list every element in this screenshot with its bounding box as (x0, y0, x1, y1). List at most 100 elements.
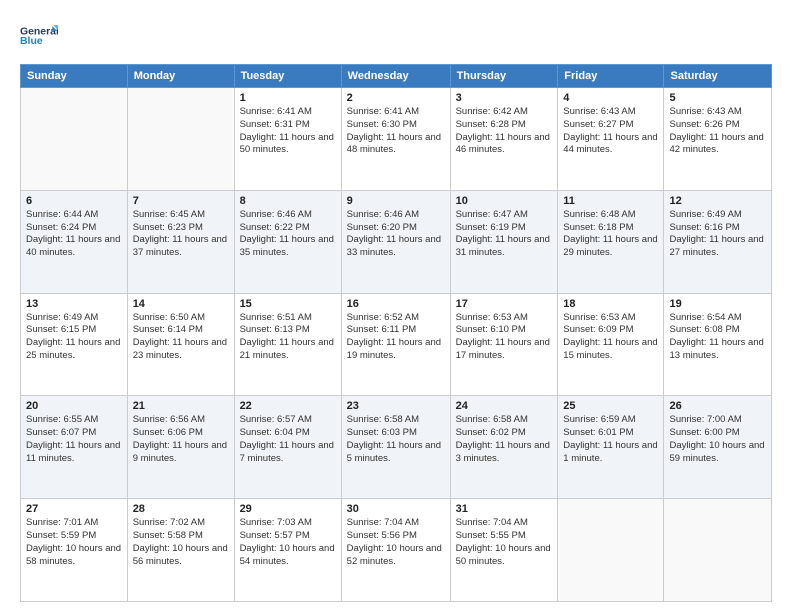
calendar-cell: 28 Sunrise: 7:02 AMSunset: 5:58 PMDayligh… (127, 499, 234, 602)
day-number: 2 (347, 92, 445, 104)
day-number: 17 (456, 298, 553, 310)
day-number: 7 (133, 195, 229, 207)
day-number: 9 (347, 195, 445, 207)
calendar-cell: 7 Sunrise: 6:45 AMSunset: 6:23 PMDaylight… (127, 190, 234, 293)
day-info: Sunrise: 6:48 AMSunset: 6:18 PMDaylight:… (563, 209, 658, 260)
day-info: Sunrise: 6:42 AMSunset: 6:28 PMDaylight:… (456, 106, 553, 157)
weekday-header: Saturday (664, 65, 772, 88)
day-info: Sunrise: 6:56 AMSunset: 6:06 PMDaylight:… (133, 414, 229, 465)
day-number: 30 (347, 503, 445, 515)
day-number: 4 (563, 92, 658, 104)
calendar-cell: 6 Sunrise: 6:44 AMSunset: 6:24 PMDaylight… (21, 190, 128, 293)
day-info: Sunrise: 6:49 AMSunset: 6:16 PMDaylight:… (669, 209, 766, 260)
calendar-cell: 31 Sunrise: 7:04 AMSunset: 5:55 PMDayligh… (450, 499, 558, 602)
day-info: Sunrise: 6:46 AMSunset: 6:22 PMDaylight:… (240, 209, 336, 260)
day-info: Sunrise: 6:41 AMSunset: 6:31 PMDaylight:… (240, 106, 336, 157)
day-number: 19 (669, 298, 766, 310)
day-info: Sunrise: 6:52 AMSunset: 6:11 PMDaylight:… (347, 312, 445, 363)
day-info: Sunrise: 6:44 AMSunset: 6:24 PMDaylight:… (26, 209, 122, 260)
calendar-cell: 18Sunrise: 6:53 AMSunset: 6:09 PMDayligh… (558, 293, 664, 396)
day-number: 12 (669, 195, 766, 207)
calendar-cell: 23 Sunrise: 6:58 AMSunset: 6:03 PMDayligh… (341, 396, 450, 499)
calendar-cell: 5 Sunrise: 6:43 AMSunset: 6:26 PMDaylight… (664, 88, 772, 191)
day-info: Sunrise: 6:54 AMSunset: 6:08 PMDaylight:… (669, 312, 766, 363)
day-info: Sunrise: 7:04 AMSunset: 5:55 PMDaylight:… (456, 517, 553, 568)
day-info: Sunrise: 7:03 AMSunset: 5:57 PMDaylight:… (240, 517, 336, 568)
day-info: Sunrise: 7:01 AMSunset: 5:59 PMDaylight:… (26, 517, 122, 568)
day-number: 23 (347, 400, 445, 412)
day-number: 20 (26, 400, 122, 412)
day-info: Sunrise: 6:55 AMSunset: 6:07 PMDaylight:… (26, 414, 122, 465)
day-number: 13 (26, 298, 122, 310)
calendar-cell: 21 Sunrise: 6:56 AMSunset: 6:06 PMDayligh… (127, 396, 234, 499)
day-info: Sunrise: 6:46 AMSunset: 6:20 PMDaylight:… (347, 209, 445, 260)
day-number: 1 (240, 92, 336, 104)
day-info: Sunrise: 6:59 AMSunset: 6:01 PMDaylight:… (563, 414, 658, 465)
calendar-cell: 17 Sunrise: 6:53 AMSunset: 6:10 PMDayligh… (450, 293, 558, 396)
day-info: Sunrise: 6:41 AMSunset: 6:30 PMDaylight:… (347, 106, 445, 157)
calendar-cell: 9 Sunrise: 6:46 AMSunset: 6:20 PMDaylight… (341, 190, 450, 293)
day-number: 8 (240, 195, 336, 207)
calendar-cell: 4 Sunrise: 6:43 AMSunset: 6:27 PMDaylight… (558, 88, 664, 191)
day-info: Sunrise: 7:00 AMSunset: 6:00 PMDaylight:… (669, 414, 766, 465)
calendar-table: SundayMondayTuesdayWednesdayThursdayFrid… (20, 64, 772, 602)
calendar-cell: 1 Sunrise: 6:41 AMSunset: 6:31 PMDaylight… (234, 88, 341, 191)
day-number: 26 (669, 400, 766, 412)
day-info: Sunrise: 6:47 AMSunset: 6:19 PMDaylight:… (456, 209, 553, 260)
day-number: 28 (133, 503, 229, 515)
day-info: Sunrise: 6:58 AMSunset: 6:03 PMDaylight:… (347, 414, 445, 465)
day-info: Sunrise: 6:53 AMSunset: 6:10 PMDaylight:… (456, 312, 553, 363)
day-number: 18 (563, 298, 658, 310)
calendar-cell: 29 Sunrise: 7:03 AMSunset: 5:57 PMDayligh… (234, 499, 341, 602)
weekday-header: Tuesday (234, 65, 341, 88)
weekday-header: Friday (558, 65, 664, 88)
day-info: Sunrise: 7:04 AMSunset: 5:56 PMDaylight:… (347, 517, 445, 568)
day-number: 25 (563, 400, 658, 412)
day-info: Sunrise: 6:45 AMSunset: 6:23 PMDaylight:… (133, 209, 229, 260)
calendar-cell: 11 Sunrise: 6:48 AMSunset: 6:18 PMDayligh… (558, 190, 664, 293)
calendar-cell (21, 88, 128, 191)
day-number: 5 (669, 92, 766, 104)
calendar-cell: 16 Sunrise: 6:52 AMSunset: 6:11 PMDayligh… (341, 293, 450, 396)
logo-svg: General Blue (20, 18, 58, 56)
calendar-cell (558, 499, 664, 602)
calendar-page: General Blue SundayMondayTuesdayWednesda… (0, 0, 792, 612)
day-number: 29 (240, 503, 336, 515)
calendar-cell (127, 88, 234, 191)
day-number: 21 (133, 400, 229, 412)
day-info: Sunrise: 6:43 AMSunset: 6:26 PMDaylight:… (669, 106, 766, 157)
day-info: Sunrise: 7:02 AMSunset: 5:58 PMDaylight:… (133, 517, 229, 568)
weekday-header: Wednesday (341, 65, 450, 88)
calendar-cell: 8 Sunrise: 6:46 AMSunset: 6:22 PMDaylight… (234, 190, 341, 293)
day-info: Sunrise: 6:50 AMSunset: 6:14 PMDaylight:… (133, 312, 229, 363)
day-info: Sunrise: 6:51 AMSunset: 6:13 PMDaylight:… (240, 312, 336, 363)
calendar-cell: 20 Sunrise: 6:55 AMSunset: 6:07 PMDayligh… (21, 396, 128, 499)
calendar-cell: 22 Sunrise: 6:57 AMSunset: 6:04 PMDayligh… (234, 396, 341, 499)
day-number: 11 (563, 195, 658, 207)
day-number: 24 (456, 400, 553, 412)
calendar-cell: 30 Sunrise: 7:04 AMSunset: 5:56 PMDayligh… (341, 499, 450, 602)
day-number: 6 (26, 195, 122, 207)
weekday-header: Monday (127, 65, 234, 88)
calendar-cell: 3 Sunrise: 6:42 AMSunset: 6:28 PMDaylight… (450, 88, 558, 191)
day-info: Sunrise: 6:43 AMSunset: 6:27 PMDaylight:… (563, 106, 658, 157)
calendar-cell: 2 Sunrise: 6:41 AMSunset: 6:30 PMDaylight… (341, 88, 450, 191)
calendar-cell: 12 Sunrise: 6:49 AMSunset: 6:16 PMDayligh… (664, 190, 772, 293)
day-number: 15 (240, 298, 336, 310)
calendar-cell: 24 Sunrise: 6:58 AMSunset: 6:02 PMDayligh… (450, 396, 558, 499)
header: General Blue (20, 18, 772, 56)
calendar-cell: 10 Sunrise: 6:47 AMSunset: 6:19 PMDayligh… (450, 190, 558, 293)
day-number: 22 (240, 400, 336, 412)
calendar-cell: 19 Sunrise: 6:54 AMSunset: 6:08 PMDayligh… (664, 293, 772, 396)
logo: General Blue (20, 18, 58, 56)
calendar-cell: 15 Sunrise: 6:51 AMSunset: 6:13 PMDayligh… (234, 293, 341, 396)
weekday-header: Thursday (450, 65, 558, 88)
day-number: 3 (456, 92, 553, 104)
day-number: 31 (456, 503, 553, 515)
day-info: Sunrise: 6:58 AMSunset: 6:02 PMDaylight:… (456, 414, 553, 465)
day-number: 14 (133, 298, 229, 310)
day-info: Sunrise: 6:57 AMSunset: 6:04 PMDaylight:… (240, 414, 336, 465)
day-number: 16 (347, 298, 445, 310)
calendar-cell (664, 499, 772, 602)
day-number: 10 (456, 195, 553, 207)
